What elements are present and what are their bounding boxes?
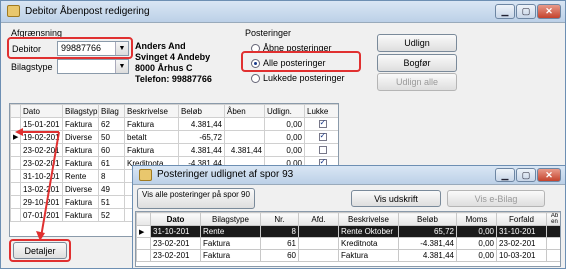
popup-app-icon bbox=[139, 169, 152, 181]
popup-grid[interactable]: Dato Bilagstype Nr. Afd. Beskrivelse Bel… bbox=[135, 211, 561, 267]
popup-cell-beskr[interactable]: Rente Oktober bbox=[338, 225, 399, 238]
popup-cell-beskr[interactable]: Kreditnota bbox=[338, 237, 399, 250]
popup-titlebar[interactable]: Posteringer udlignet af spor 93 ▁ ▢ ✕ bbox=[133, 166, 565, 185]
popup-cell-afd[interactable] bbox=[298, 237, 339, 250]
popup-row-indicator: ▶ bbox=[136, 225, 151, 238]
popup-table-row[interactable]: 23-02-201 Faktura 61 Kreditnota -4.381,44 0,0… bbox=[136, 237, 560, 250]
popup-cell-type[interactable]: Rente bbox=[200, 225, 261, 238]
popup-cell-forfald[interactable]: 10-03-201 bbox=[496, 249, 547, 262]
popup-cell-dato[interactable]: 23-02-201 bbox=[150, 249, 201, 262]
popup-col-belob[interactable]: Beløb bbox=[398, 212, 457, 226]
arrow-head-left bbox=[15, 128, 23, 136]
popup-cell-moms[interactable]: 0,00 bbox=[456, 237, 497, 250]
popup-cell-nr[interactable]: 60 bbox=[260, 249, 299, 262]
arrow-head-down bbox=[36, 231, 45, 241]
popup-cell-forfald[interactable]: 31-10-201 bbox=[496, 225, 547, 238]
vis-alle-label: Vis alle posteringer på spor 90 bbox=[142, 190, 250, 199]
popup-cell-moms[interactable]: 0,00 bbox=[456, 249, 497, 262]
popup-col-bilagstype[interactable]: Bilagstype bbox=[200, 212, 261, 226]
popup-cell-moms[interactable]: 0,00 bbox=[456, 225, 497, 238]
popup-title: Posteringer udlignet af spor 93 bbox=[157, 169, 294, 180]
popup-cell-afd[interactable] bbox=[298, 249, 339, 262]
popup-cell-type[interactable]: Faktura bbox=[200, 237, 261, 250]
popup-cell-aaben[interactable] bbox=[546, 249, 560, 262]
popup-row-indicator bbox=[136, 249, 151, 262]
popup-col-beskrivelse[interactable]: Beskrivelse bbox=[338, 212, 399, 226]
popup-cell-forfald[interactable]: 23-02-201 bbox=[496, 237, 547, 250]
popup-col-dato[interactable]: Dato bbox=[150, 212, 201, 226]
popup-col-afd[interactable]: Afd. bbox=[298, 212, 339, 226]
popup-maximize-button[interactable]: ▢ bbox=[516, 168, 536, 182]
popup-cell-belob[interactable]: 65,72 bbox=[398, 225, 457, 238]
popup-cell-nr[interactable]: 61 bbox=[260, 237, 299, 250]
popup-cell-nr[interactable]: 8 bbox=[260, 225, 299, 238]
popup-cell-dato[interactable]: 31-10-201 bbox=[150, 225, 201, 238]
popup-cell-type[interactable]: Faktura bbox=[200, 249, 261, 262]
popup-window: Posteringer udlignet af spor 93 ▁ ▢ ✕ Vi… bbox=[132, 165, 566, 269]
popup-cell-beskr[interactable]: Faktura bbox=[338, 249, 399, 262]
popup-cell-dato[interactable]: 23-02-201 bbox=[150, 237, 201, 250]
vis-ebilag-button: Vis e-Bilag bbox=[447, 190, 545, 207]
popup-table-row[interactable]: 23-02-201 Faktura 60 Faktura 4.381,44 0,00 10-… bbox=[136, 249, 560, 262]
popup-col-moms[interactable]: Moms bbox=[456, 212, 497, 226]
popup-header: Dato Bilagstype Nr. Afd. Beskrivelse Bel… bbox=[136, 212, 560, 226]
popup-row-indicator-header bbox=[136, 212, 151, 226]
popup-cell-belob[interactable]: 4.381,44 bbox=[398, 249, 457, 262]
arrow-line-down bbox=[40, 131, 60, 238]
popup-table: Dato Bilagstype Nr. Afd. Beskrivelse Bel… bbox=[136, 212, 560, 262]
popup-cell-belob[interactable]: -4.381,44 bbox=[398, 237, 457, 250]
popup-col-nr[interactable]: Nr. bbox=[260, 212, 299, 226]
popup-cell-aaben[interactable] bbox=[546, 237, 560, 250]
popup-close-button[interactable]: ✕ bbox=[537, 168, 561, 182]
popup-cell-aaben[interactable] bbox=[546, 225, 560, 238]
popup-minimize-button[interactable]: ▁ bbox=[495, 168, 515, 182]
popup-col-forfald[interactable]: Forfald bbox=[496, 212, 547, 226]
vis-alle-button[interactable]: Vis alle posteringer på spor 90 bbox=[137, 188, 255, 209]
popup-cell-afd[interactable] bbox=[298, 225, 339, 238]
popup-row-indicator bbox=[136, 237, 151, 250]
vis-udskrift-button[interactable]: Vis udskrift bbox=[351, 190, 441, 207]
popup-col-aaben[interactable]: Åb en bbox=[546, 212, 560, 226]
popup-table-row[interactable]: ▶ 31-10-201 Rente 8 Rente Oktober 65,72 0,00 31… bbox=[136, 225, 560, 238]
